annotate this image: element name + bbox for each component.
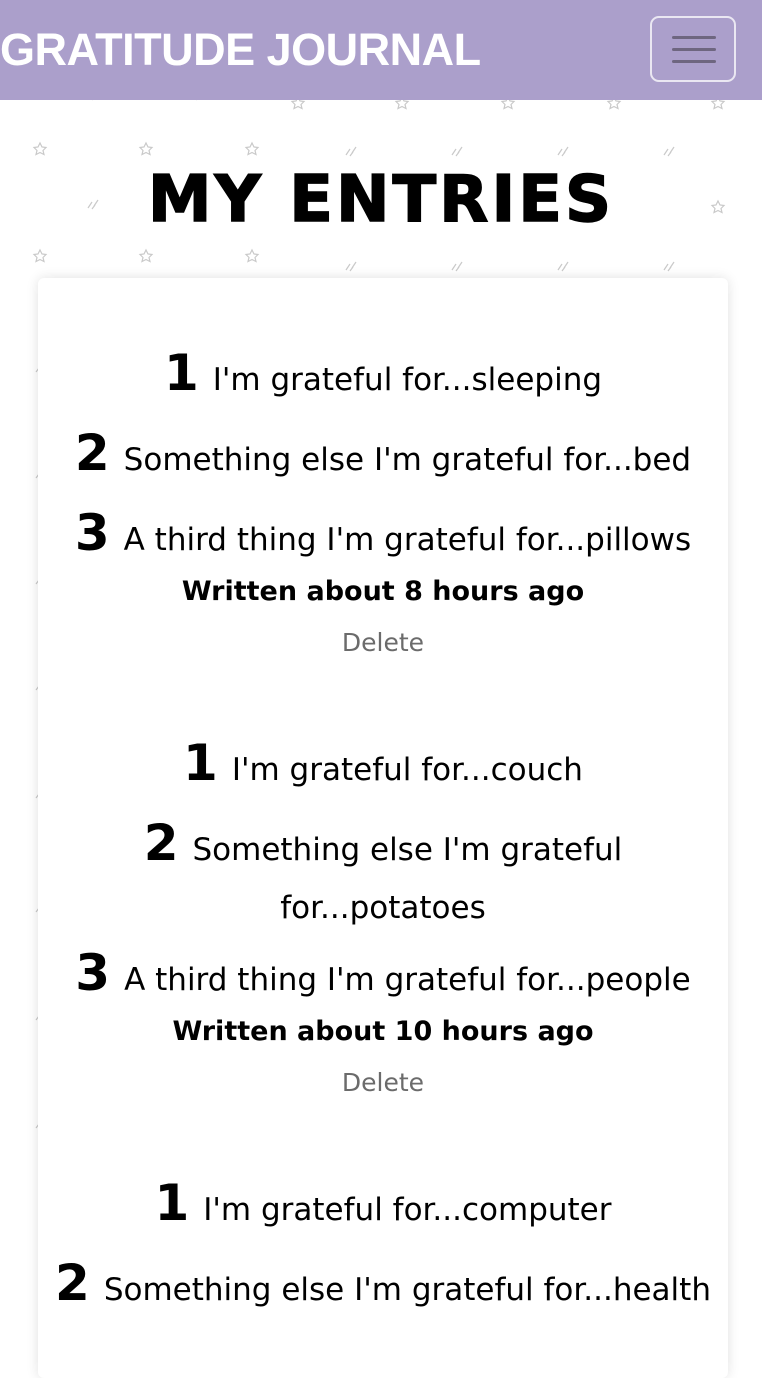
delete-button[interactable]: Delete <box>38 1068 728 1097</box>
gratitude-item: 2 Something else I'm grateful for...bed <box>38 424 728 489</box>
item-text: Something else I'm grateful for...potato… <box>192 832 623 926</box>
gratitude-item: 1 I'm grateful for...sleeping <box>38 344 728 409</box>
item-text: A third thing I'm grateful for...people <box>124 962 691 998</box>
item-text: Something else I'm grateful for...health <box>103 1272 711 1308</box>
item-number: 1 <box>183 734 218 792</box>
gratitude-item: 2 Something else I'm grateful for...potat… <box>38 814 728 937</box>
item-text: I'm grateful for...computer <box>203 1192 612 1228</box>
entry-timestamp: Written about 8 hours ago <box>181 576 585 607</box>
navbar: GRATITUDE JOURNAL <box>0 0 762 100</box>
page-title: MY ENTRIES <box>147 162 615 238</box>
gratitude-item: 2 Something else I'm grateful for...healt… <box>38 1254 728 1319</box>
item-number: 2 <box>143 814 179 872</box>
item-text: Something else I'm grateful for...bed <box>123 442 692 478</box>
hamburger-menu-icon <box>672 36 716 39</box>
hamburger-menu-icon <box>672 48 716 51</box>
item-number: 3 <box>75 944 111 1002</box>
entry-timestamp: Written about 10 hours ago <box>172 1016 594 1047</box>
item-number: 1 <box>154 1174 190 1232</box>
item-number: 2 <box>74 424 110 482</box>
item-number: 1 <box>163 344 199 402</box>
brand-title[interactable]: GRATITUDE JOURNAL <box>0 22 481 77</box>
item-number: 2 <box>55 1254 90 1312</box>
hamburger-menu-icon <box>672 60 716 63</box>
gratitude-item: 3 A third thing I'm grateful for...pillow… <box>38 504 728 569</box>
delete-button[interactable]: Delete <box>38 628 728 657</box>
item-text: A third thing I'm grateful for...pillows <box>123 522 692 558</box>
item-text: I'm grateful for...sleeping <box>212 362 603 398</box>
gratitude-item: 1 I'm grateful for...computer <box>38 1174 728 1239</box>
gratitude-item: 1 I'm grateful for...couch <box>38 734 728 799</box>
menu-toggle-button[interactable] <box>650 16 736 82</box>
item-text: I'm grateful for...couch <box>231 752 583 788</box>
gratitude-item: 3 A third thing I'm grateful for...people <box>38 944 728 1009</box>
entries-card: 1 I'm grateful for...sleeping 2 Something … <box>38 278 728 1378</box>
item-number: 3 <box>74 504 110 562</box>
